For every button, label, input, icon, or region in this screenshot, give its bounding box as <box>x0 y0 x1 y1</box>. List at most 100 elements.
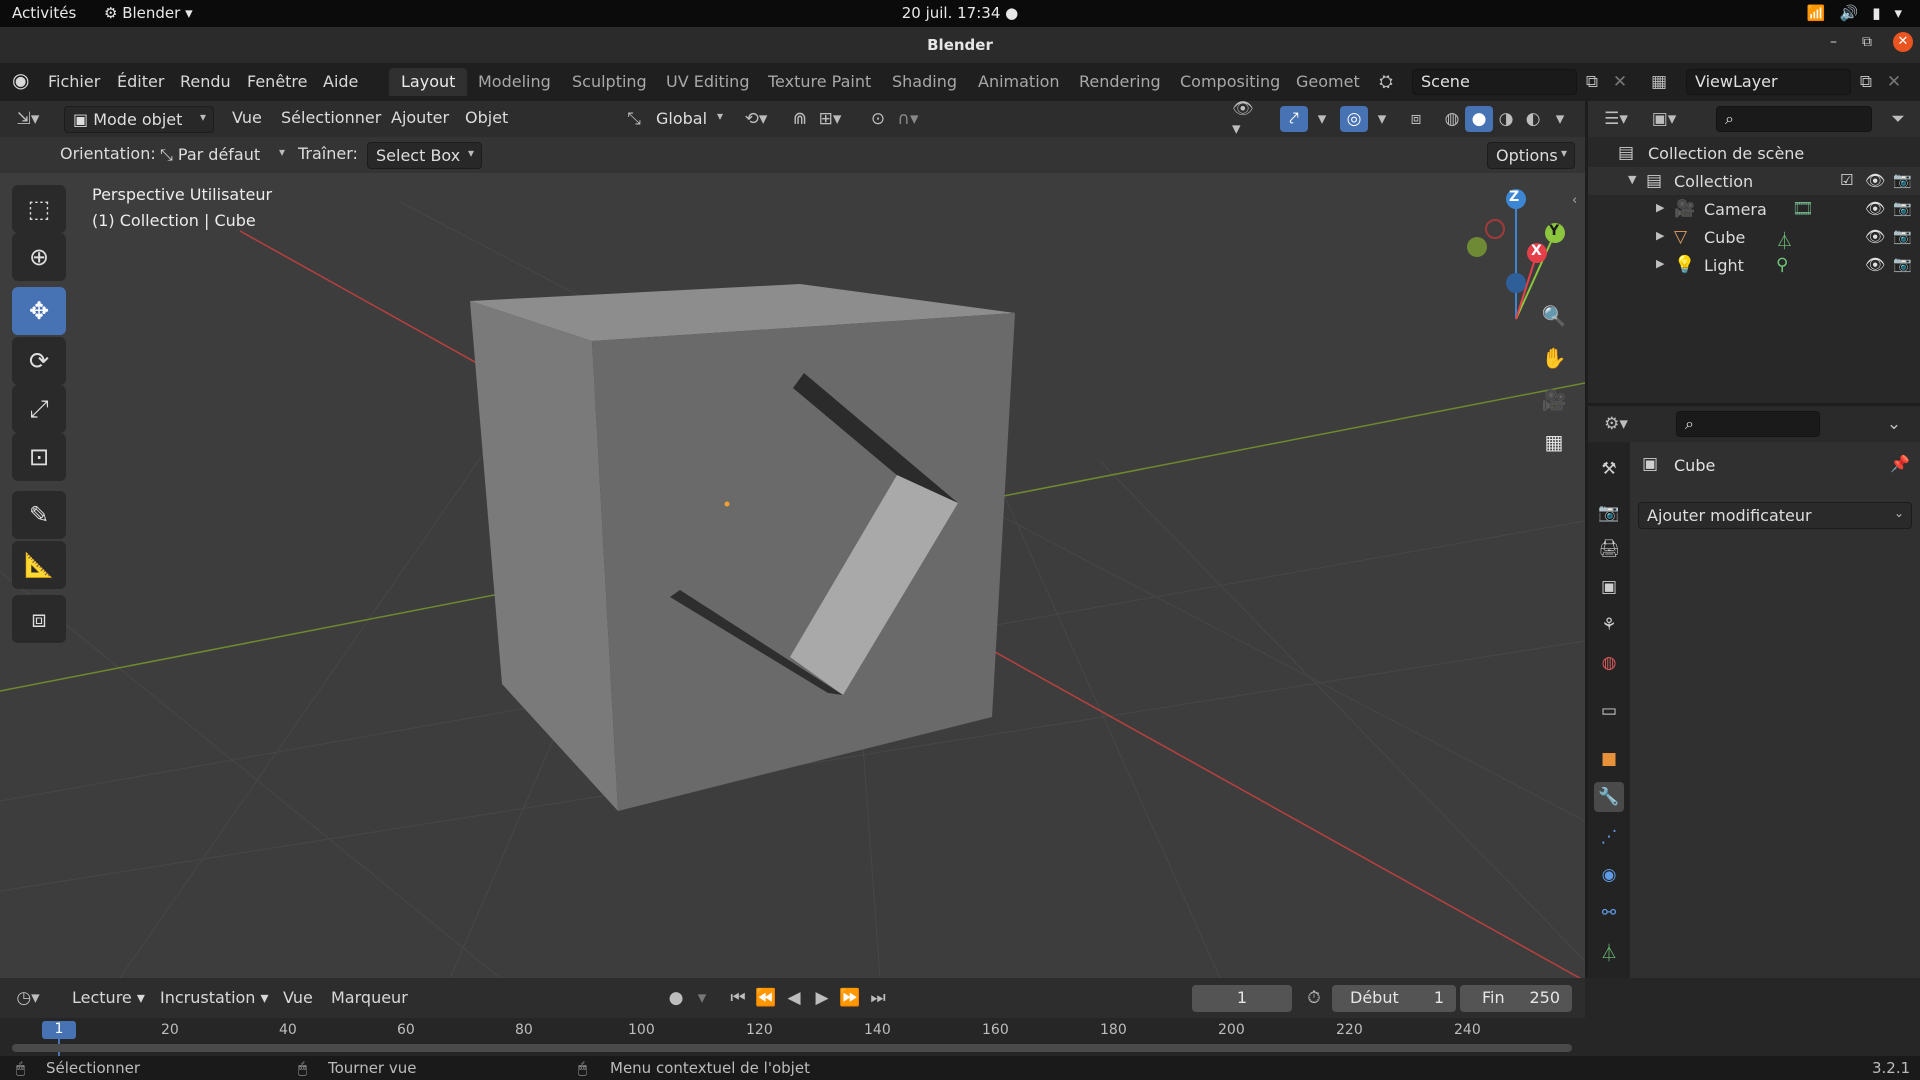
delete-scene-icon[interactable]: ✕ <box>1606 69 1634 95</box>
gizmo-dropdown-icon[interactable]: ▾ <box>1308 106 1336 132</box>
rotate-tool[interactable]: ⟳ <box>12 337 66 385</box>
new-scene-icon[interactable]: ⧉ <box>1578 69 1606 95</box>
tab-geometry-nodes[interactable]: Geomet <box>1284 68 1372 96</box>
timeline-editor-type-icon[interactable]: ◷▾ <box>14 985 42 1011</box>
tab-uv-editing[interactable]: UV Editing <box>654 68 761 96</box>
falloff-icon[interactable]: ∩▾ <box>894 106 922 132</box>
scene-tab[interactable]: ⚘ <box>1594 610 1624 640</box>
tool-tab[interactable]: ⚒ <box>1594 454 1624 484</box>
clock[interactable]: 20 juil. 17:34 ● <box>0 4 1920 22</box>
measure-tool[interactable]: 📐 <box>12 541 66 589</box>
display-mode-icon[interactable]: ▣▾ <box>1650 106 1678 132</box>
snap-target-icon[interactable]: ⊞▾ <box>816 106 844 132</box>
drag-dropdown[interactable]: Select Box ▾ <box>367 142 482 169</box>
gizmo-neg-y-axis[interactable] <box>1467 237 1487 257</box>
expand-arrow-icon[interactable]: ▶ <box>1656 201 1664 214</box>
wireframe-shading-icon[interactable]: ◍ <box>1438 106 1466 132</box>
render-camera-icon[interactable]: 📷 <box>1893 171 1912 189</box>
menu-selectionner[interactable]: Sélectionner <box>281 108 381 127</box>
maximize-button[interactable]: ⧉ <box>1862 34 1872 50</box>
orientation-dropdown[interactable]: ⤡ Par défaut ▾ <box>152 142 292 169</box>
outliner-scene-collection-row[interactable]: ▤ Collection de scène <box>1588 139 1920 167</box>
annotate-tool[interactable]: ✎ <box>12 491 66 539</box>
3d-viewport[interactable]: Z Y X ⇲▾ ▣ Mode objet ▾ Vue Sélectionner … <box>0 101 1585 978</box>
editor-type-icon[interactable]: ⇲▾ <box>14 106 42 132</box>
rendered-shading-icon[interactable]: ◐ <box>1519 106 1547 132</box>
new-view-layer-icon[interactable]: ⧉ <box>1852 69 1880 95</box>
object-tab[interactable]: ■ <box>1594 744 1624 774</box>
filter-icon[interactable]: ⏷ <box>1884 106 1912 132</box>
view-layer-name-field[interactable]: ViewLayer <box>1686 69 1851 95</box>
add-modifier-dropdown[interactable]: Ajouter modificateur ⌄ <box>1638 502 1912 529</box>
data-tab[interactable]: ⏃ <box>1594 936 1624 966</box>
tab-sculpting[interactable]: Sculpting <box>560 68 659 96</box>
proportional-editing-icon[interactable]: ⊙ <box>864 106 892 132</box>
gizmo-neg-z-axis[interactable] <box>1506 273 1526 293</box>
menu-rendu[interactable]: Rendu <box>180 72 231 91</box>
move-tool[interactable]: ✥ <box>12 287 66 335</box>
snap-icon[interactable]: ⋒ <box>786 106 814 132</box>
view-layer-tab[interactable]: ▣ <box>1594 572 1624 602</box>
eye-icon[interactable]: 👁 <box>1865 171 1885 190</box>
render-tab[interactable]: 📷 <box>1594 498 1624 528</box>
menu-objet[interactable]: Objet <box>465 108 508 127</box>
gizmo-neg-x-axis[interactable] <box>1485 219 1505 239</box>
expand-arrow-icon[interactable]: ▶ <box>1656 229 1664 242</box>
menu-aide[interactable]: Aide <box>323 72 358 91</box>
menu-vue[interactable]: Vue <box>232 108 262 127</box>
minimize-button[interactable]: – <box>1830 34 1837 50</box>
tab-texture-paint[interactable]: Texture Paint <box>756 68 883 96</box>
menu-lecture[interactable]: Lecture ▾ <box>72 988 145 1007</box>
pan-button[interactable]: ✋ <box>1535 339 1573 377</box>
eye-icon[interactable]: 👁 <box>1865 199 1885 218</box>
xray-toggle-icon[interactable]: ⧈ <box>1402 106 1430 132</box>
tab-rendering[interactable]: Rendering <box>1067 68 1173 96</box>
tab-compositing[interactable]: Compositing <box>1168 68 1292 96</box>
outliner-light-row[interactable]: ▶ 💡 Light ⚲ 👁 📷 <box>1588 251 1920 279</box>
scene-name-field[interactable]: Scene <box>1412 69 1577 95</box>
keying-dropdown-icon[interactable]: ▾ <box>688 985 716 1011</box>
expand-arrow-icon[interactable]: ▼ <box>1628 173 1636 186</box>
eye-icon[interactable]: 👁 <box>1865 227 1885 246</box>
collection-tab[interactable]: ▭ <box>1594 696 1624 726</box>
tab-modeling[interactable]: Modeling <box>466 68 563 96</box>
jump-end-icon[interactable]: ⏭ <box>864 985 892 1011</box>
output-tab[interactable]: 🖨 <box>1594 534 1624 564</box>
menu-incrustation[interactable]: Incrustation ▾ <box>160 988 269 1007</box>
prev-keyframe-icon[interactable]: ⏪ <box>752 985 780 1011</box>
render-camera-icon[interactable]: 📷 <box>1893 227 1912 245</box>
mesh-data-icon[interactable]: ⏃ <box>1776 227 1793 252</box>
play-icon[interactable]: ▶ <box>808 985 836 1011</box>
menu-fenetre[interactable]: Fenêtre <box>247 72 308 91</box>
outliner-search-input[interactable]: ⌕ <box>1716 106 1872 132</box>
modifier-tab[interactable]: 🔧 <box>1594 782 1624 812</box>
overlays-dropdown-icon[interactable]: ▾ <box>1368 106 1396 132</box>
ortho-toggle-button[interactable]: ▦ <box>1535 423 1573 461</box>
select-box-tool[interactable]: ⬚ <box>12 185 66 233</box>
menu-marqueur[interactable]: Marqueur <box>331 988 408 1007</box>
outliner-camera-row[interactable]: ▶ 🎥 Camera 🎞 👁 📷 <box>1588 195 1920 223</box>
particles-tab[interactable]: ⋰ <box>1594 822 1624 852</box>
timeline-ruler[interactable]: 1 20 40 60 80 100 120 140 160 180 200 22… <box>0 1018 1585 1058</box>
jump-start-icon[interactable]: ⏮ <box>724 985 752 1011</box>
material-preview-icon[interactable]: ◑ <box>1492 106 1520 132</box>
close-button[interactable]: ✕ <box>1893 32 1913 52</box>
record-icon[interactable]: ● <box>662 985 690 1011</box>
transform-orientation-dropdown[interactable]: Global ▾ <box>648 106 730 133</box>
mode-dropdown[interactable]: ▣ Mode objet ▾ <box>64 106 214 133</box>
chevron-down-icon[interactable]: ⌄ <box>1880 411 1908 437</box>
visibility-icon[interactable]: 👁▾ <box>1232 101 1260 139</box>
tab-layout[interactable]: Layout <box>389 68 468 96</box>
expand-arrow-icon[interactable]: ▶ <box>1656 257 1664 270</box>
render-camera-icon[interactable]: 📷 <box>1893 255 1912 273</box>
next-keyframe-icon[interactable]: ⏩ <box>836 985 864 1011</box>
menu-ajouter[interactable]: Ajouter <box>391 108 449 127</box>
cursor-tool[interactable]: ⊕ <box>12 233 66 281</box>
menu-fichier[interactable]: Fichier <box>48 72 100 91</box>
blender-logo-icon[interactable]: ◉ <box>12 68 29 92</box>
light-data-icon[interactable]: ⚲ <box>1776 255 1788 275</box>
outliner-collection-row[interactable]: ▼ ▤ Collection ☑ 👁 📷 <box>1588 167 1920 195</box>
cube-mesh[interactable] <box>470 284 1015 811</box>
pin-icon[interactable]: 📌 <box>1890 454 1910 473</box>
checkbox-icon[interactable]: ☑ <box>1840 171 1853 189</box>
